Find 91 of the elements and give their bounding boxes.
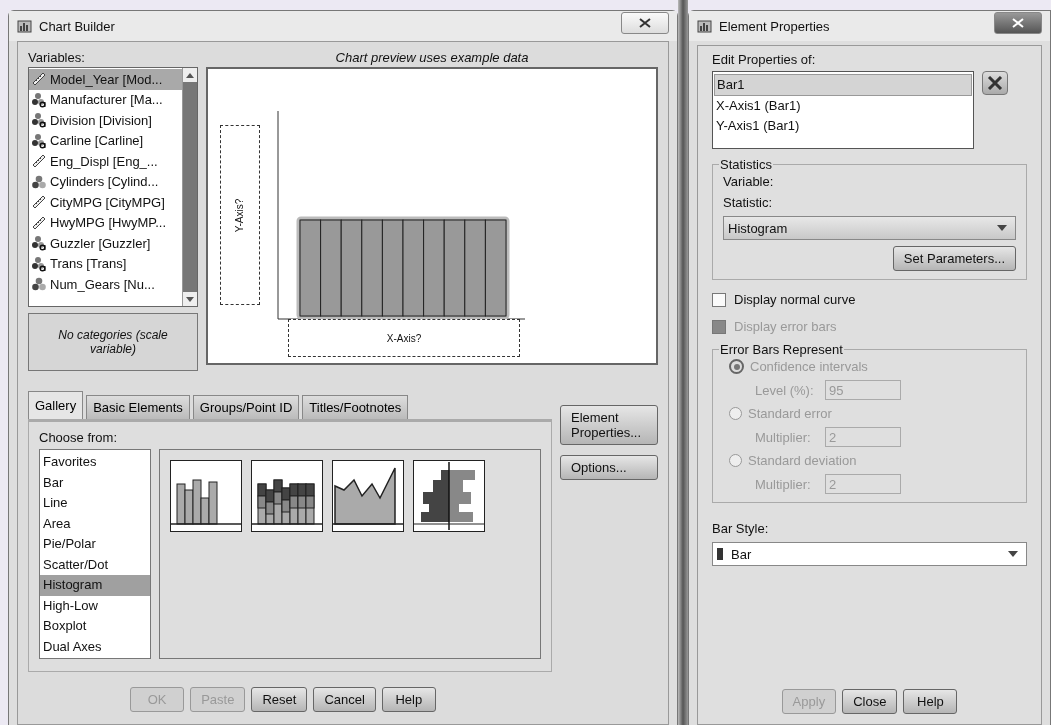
variable-item[interactable]: Cylinders [Cylind... [29, 171, 182, 192]
ruler-icon [31, 153, 47, 170]
dialog-button[interactable]: Close [842, 689, 898, 714]
chart-type-item[interactable]: Pie/Polar [40, 534, 150, 555]
dialog-button[interactable]: Help [903, 689, 958, 714]
element-item[interactable]: Y-Axis1 (Bar1) [714, 116, 972, 136]
variable-item[interactable]: Manufacturer [Ma... [29, 89, 182, 110]
element-item[interactable]: X-Axis1 (Bar1) [714, 96, 972, 116]
y-axis-drop-zone[interactable]: Y-Axis? [220, 125, 260, 305]
delete-element-button[interactable] [982, 71, 1008, 95]
population-pyramid-thumbnail[interactable] [413, 460, 485, 532]
variable-label: Variable: [723, 174, 775, 189]
field-label: Multiplier: [755, 429, 812, 445]
bar-style-label: Bar Style: [712, 521, 770, 536]
field-label: Multiplier: [755, 476, 812, 492]
window-title: Element Properties [719, 18, 831, 34]
chart-type-item[interactable]: Dual Axes [40, 636, 150, 657]
dialog-button[interactable]: Cancel [313, 687, 376, 712]
variable-item[interactable]: Model_Year [Mod... [29, 69, 182, 90]
scrollbar[interactable] [182, 68, 197, 306]
chart-type-item[interactable]: Boxplot [40, 616, 150, 637]
group-legend: Error Bars Represent [719, 342, 844, 357]
tab[interactable]: Titles/Footnotes [302, 395, 409, 419]
nominal-variable-icon [31, 132, 47, 149]
variable-item[interactable]: Num_Gears [Nu... [29, 274, 182, 295]
dialog-button[interactable]: Help [381, 687, 436, 712]
scroll-up-arrow-icon[interactable] [186, 72, 194, 78]
dropdown-caret-icon [997, 225, 1007, 231]
side-button[interactable]: Options... [560, 455, 658, 480]
ordinal-variable-icon [31, 173, 47, 190]
edit-properties-label: Edit Properties of: [712, 52, 817, 67]
ordinal-variable-icon [31, 276, 47, 293]
statistic-dropdown[interactable]: Histogram [723, 216, 1016, 240]
nominal-variable-icon [31, 235, 47, 252]
radio-label: Standard error [748, 406, 832, 421]
tab[interactable]: Groups/Point ID [192, 395, 300, 419]
frequency-polygon-thumbnail[interactable] [332, 460, 404, 532]
variables-label: Variables: [28, 50, 86, 65]
stacked-histogram-thumbnail[interactable] [251, 460, 323, 532]
delete-icon [987, 76, 1003, 90]
nominal-variable-icon [31, 112, 47, 129]
chart-app-icon [697, 18, 713, 34]
statistic-label: Statistic: [723, 195, 774, 210]
group-legend: Statistics [719, 157, 773, 172]
ruler-icon [31, 214, 47, 231]
field-label: Level (%): [755, 382, 815, 398]
chart-type-item[interactable]: Area [40, 513, 150, 534]
chart-type-item[interactable]: Bar [40, 472, 150, 493]
close-icon [1012, 18, 1024, 28]
nominal-variable-icon [31, 255, 47, 272]
x-axis-drop-zone[interactable]: X-Axis? [288, 319, 520, 357]
element-list[interactable]: Bar1 X-Axis1 (Bar1) Y-Axis1 (Bar1) [712, 71, 974, 149]
set-parameters-button[interactable]: Set Parameters... [892, 246, 1016, 271]
preview-caption: Chart preview uses example data [334, 50, 530, 65]
close-button[interactable] [994, 12, 1042, 34]
close-button[interactable] [621, 12, 669, 34]
chart-type-item[interactable]: Histogram [40, 575, 150, 596]
bar-style-dropdown[interactable]: Bar [712, 542, 1027, 566]
side-button[interactable]: Element Properties... [560, 405, 658, 445]
variables-list[interactable]: Model_Year [Mod... Manufacturer [Ma... Division [Division] Carline [Carline] Eng_Displ [Eng_... Cylinders [Cylind... CityMPG [CityMPG] HwyMPG [HwyMP... Guzzler [Guzzler] Trans [Trans] Num_Gears [Nu... [28, 67, 198, 307]
chart-type-item[interactable]: Favorites [40, 452, 150, 473]
variable-item[interactable]: Division [Division] [29, 110, 182, 131]
checkbox-option[interactable]: Display normal curve [712, 292, 1027, 307]
chart-app-icon [17, 18, 33, 34]
ruler-icon [31, 194, 47, 211]
variable-item[interactable]: CityMPG [CityMPG] [29, 192, 182, 213]
chart-type-list[interactable]: Favorites Bar Line Area Pie/Polar Scatter/Dot Histogram High-Low Boxplot Dual Axes [39, 449, 151, 659]
radio-label: Confidence intervals [750, 359, 868, 374]
tab[interactable]: Basic Elements [86, 395, 190, 419]
variable-item[interactable]: Carline [Carline] [29, 130, 182, 151]
variable-item[interactable]: Trans [Trans] [29, 253, 182, 274]
simple-histogram-thumbnail[interactable] [170, 460, 242, 532]
variable-item[interactable]: Guzzler [Guzzler] [29, 233, 182, 254]
nominal-variable-icon [31, 91, 47, 108]
dropdown-caret-icon [1008, 551, 1018, 557]
scroll-down-arrow-icon[interactable] [186, 296, 194, 302]
chart-type-item[interactable]: Line [40, 493, 150, 514]
choose-from-label: Choose from: [39, 430, 119, 445]
chart-type-item[interactable]: Scatter/Dot [40, 554, 150, 575]
dialog-button[interactable]: Reset [251, 687, 308, 712]
element-item[interactable]: Bar1 [714, 74, 972, 96]
close-icon [639, 18, 651, 28]
bar-style-swatch-icon [717, 548, 723, 560]
variable-item[interactable]: HwyMPG [HwyMP... [29, 212, 182, 233]
window-title: Chart Builder [39, 18, 116, 34]
categories-note: No categories (scale variable) [28, 313, 198, 371]
variable-item[interactable]: Eng_Displ [Eng_... [29, 151, 182, 172]
tab[interactable]: Gallery [28, 391, 84, 419]
radio-label: Standard deviation [748, 453, 857, 468]
chart-type-item[interactable]: High-Low [40, 595, 150, 616]
ruler-icon [31, 71, 47, 88]
